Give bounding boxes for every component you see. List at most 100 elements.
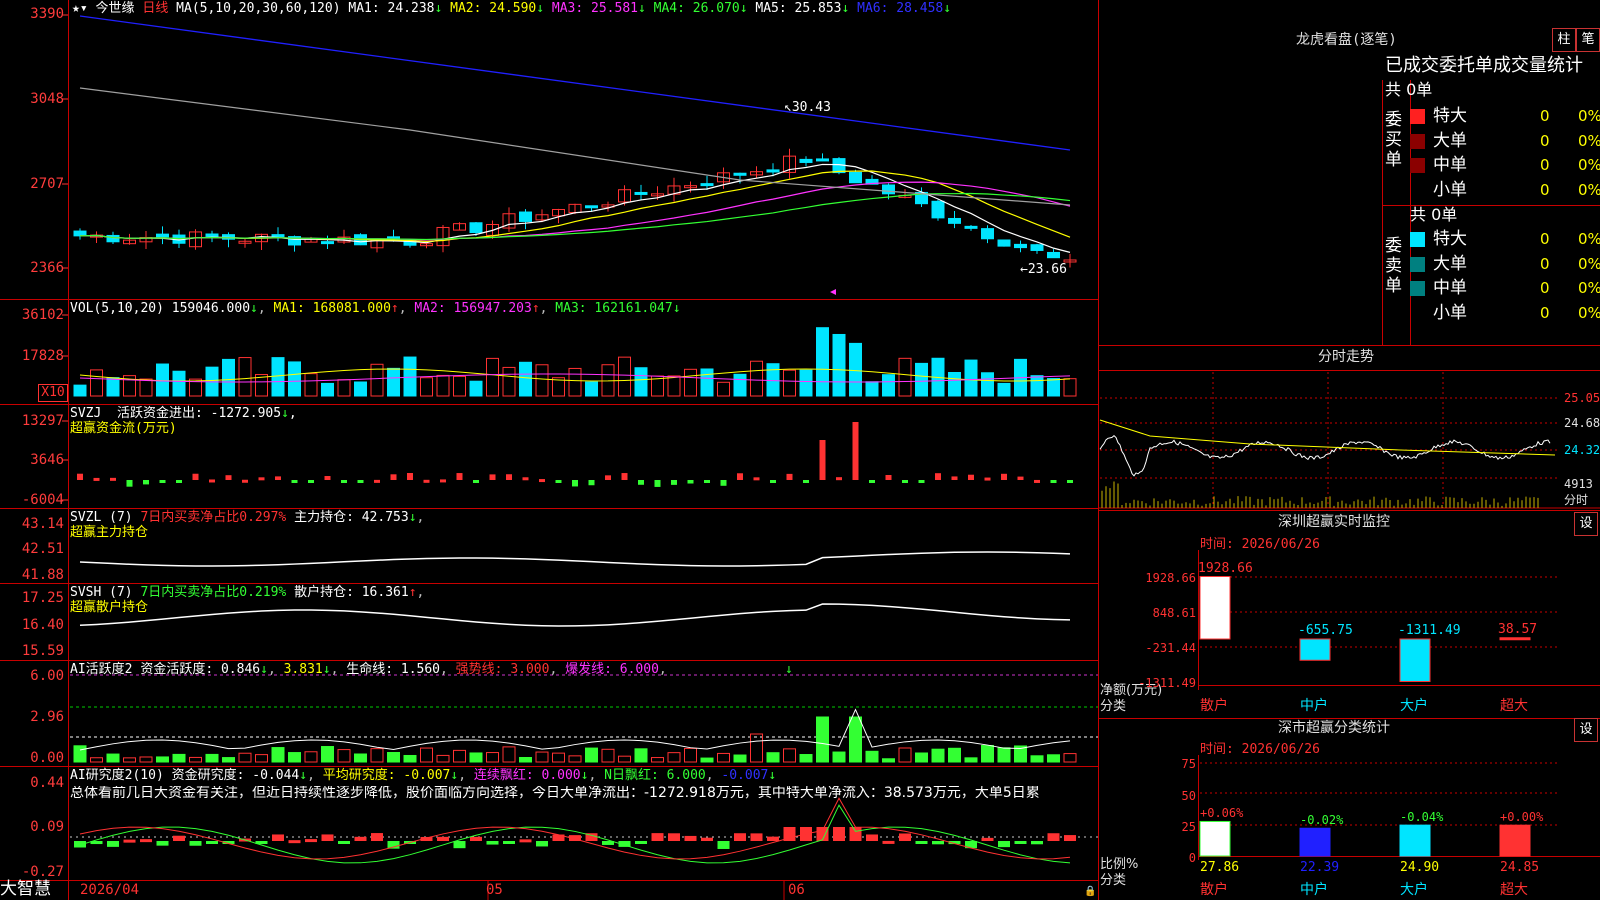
volume-bar: [403, 356, 417, 397]
research-bar: [519, 839, 532, 843]
monitor-bar-value: 1928.66: [1198, 560, 1253, 576]
period-label[interactable]: 日线: [142, 1, 168, 16]
research-bar: [1031, 841, 1043, 845]
high-price-label: ↖30.43: [784, 100, 831, 115]
activity-bar: [931, 748, 945, 763]
monitor-bar: [1299, 638, 1331, 661]
research-bar: [750, 833, 763, 841]
flow-bar: [456, 473, 463, 480]
volume-bar: [568, 367, 582, 397]
ai2-cont: 连续飘红: 0.000: [473, 768, 581, 783]
vol-ytick-1: 36102: [21, 307, 64, 323]
research-bar: [915, 841, 928, 844]
research-bar: [74, 841, 86, 848]
activity-bar: [618, 755, 631, 763]
activity-bar: [981, 744, 994, 763]
vol-ytick-2: 17828: [21, 348, 64, 364]
activity-bar: [1047, 754, 1060, 763]
lock-icon[interactable]: 🔒: [1084, 884, 1096, 899]
intraday-avg-line: [1099, 419, 1556, 456]
svzj-value: 活跃资金进出: -1272.905: [116, 406, 282, 421]
volume-bar: [750, 360, 763, 397]
buy-row-count: 0: [1540, 107, 1550, 125]
candle-body: [882, 184, 895, 195]
buy-row-pct: 0%: [1578, 156, 1600, 174]
sell-row-pct: 0%: [1578, 254, 1600, 273]
vol-ma1: MA1: 168081.000: [273, 301, 391, 316]
svsh-ytick-2: 16.40: [21, 617, 64, 633]
sell-row-count: 0: [1540, 279, 1550, 297]
svsh-ytick-3: 15.59: [21, 643, 64, 659]
flow-bar: [176, 480, 182, 483]
research-bar: [981, 837, 994, 841]
fs-tick-1: 25.05: [1564, 391, 1600, 405]
bar-mode-button[interactable]: 柱: [1552, 28, 1576, 52]
vol-unit-badge[interactable]: X10: [38, 384, 68, 402]
flow-bar: [852, 422, 859, 480]
svsh-ytick-1: 17.25: [21, 590, 64, 606]
candle-body: [1030, 244, 1044, 251]
xaxis-label-apr: 2026/04: [80, 882, 140, 898]
monitor-category: 大户: [1400, 698, 1428, 714]
research-bar: [437, 836, 449, 841]
research-bar: [189, 841, 202, 846]
monitor-bar: [1199, 576, 1231, 640]
monitor-ytick: 1928.66: [1145, 571, 1196, 585]
research-bar: [717, 841, 730, 849]
flow-bar: [984, 477, 991, 481]
volume-bar: [271, 357, 285, 397]
main-ytick-4: 2366: [30, 260, 64, 276]
flow-bar: [489, 474, 496, 480]
activity-bar: [73, 745, 87, 763]
svzl-ytick-1: 43.14: [21, 516, 64, 532]
flow-bar: [374, 479, 380, 483]
activity-bar: [403, 754, 417, 763]
research-bar: [536, 841, 548, 847]
flow-bar: [605, 475, 611, 480]
star-icon[interactable]: ★: [72, 1, 80, 16]
flow-bar: [836, 477, 842, 481]
activity-bar: [304, 751, 318, 763]
activity-bar: [601, 748, 615, 763]
classify-change: -0.04%: [1400, 810, 1444, 825]
fs-tick-vol: 4913: [1564, 477, 1593, 491]
flow-bar: [539, 479, 545, 483]
activity-bar: [535, 751, 549, 763]
svzl-ytick-3: 41.88: [21, 567, 64, 583]
xaxis-label-jun: 06: [788, 882, 805, 898]
activity-bar: [420, 747, 433, 763]
classify-settings-button[interactable]: 设: [1574, 718, 1598, 742]
vol-header: VOL(5,10,20) 159046.000↓, MA1: 168081.00…: [70, 301, 681, 316]
candle-body: [205, 233, 219, 237]
activity-bar: [799, 754, 813, 763]
ai1-label: AI活跃度2: [70, 662, 133, 677]
activity-bar: [205, 753, 219, 763]
flow-bar: [423, 479, 430, 483]
flow-bar: [1001, 473, 1007, 480]
sell-row-name: 中单: [1433, 278, 1467, 298]
classify-ytick: 25: [1181, 820, 1196, 834]
candle-body: [948, 217, 961, 224]
vol-value: 159046.000: [171, 301, 251, 316]
flow-bar: [654, 480, 661, 487]
svsh-hold: 散户持仓: 16.361: [294, 585, 409, 600]
candle-body: [997, 239, 1011, 247]
activity-bar: [750, 733, 763, 763]
activity-bar: [387, 751, 400, 763]
volume-bar: [667, 375, 681, 397]
monitor-settings-button[interactable]: 设: [1574, 512, 1598, 536]
tick-mode-button[interactable]: 笔: [1576, 28, 1600, 52]
research-bar: [503, 841, 515, 844]
flow-bar: [126, 480, 133, 487]
flow-bar: [555, 480, 562, 483]
monitor-xlabel: 分类: [1100, 699, 1127, 714]
research-bar: [668, 833, 680, 841]
classify-change: +0.06%: [1200, 806, 1244, 821]
volume-bar: [288, 361, 301, 397]
ma3-value: MA3: 25.581: [551, 1, 638, 16]
monitor-bar: [1399, 638, 1431, 683]
dropdown-icon[interactable]: ▾: [80, 1, 88, 16]
flow-bar: [737, 473, 743, 480]
activity-bar: [816, 716, 829, 763]
flow-bar: [209, 479, 215, 483]
